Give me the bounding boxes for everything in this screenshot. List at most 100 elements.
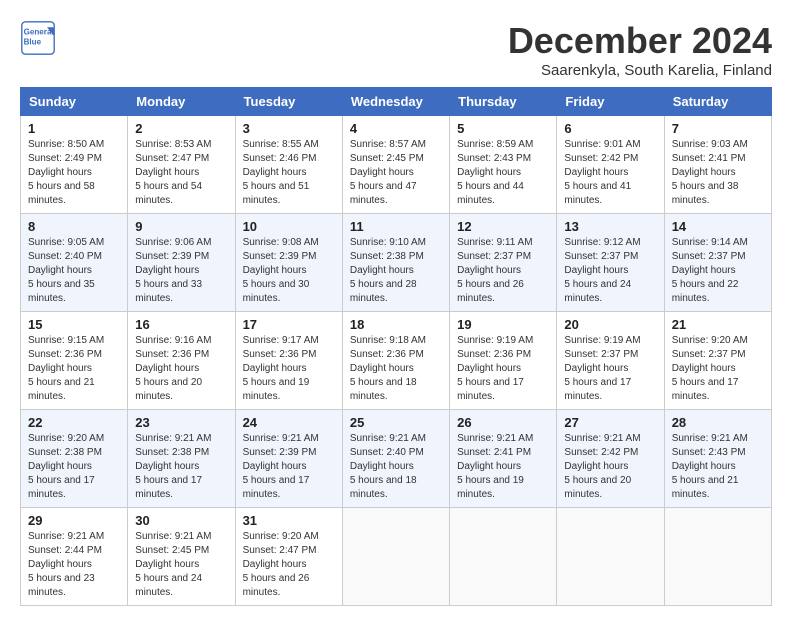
- day-cell: 22 Sunrise: 9:20 AMSunset: 2:38 PMDayligh…: [21, 410, 128, 508]
- day-number: 27: [564, 415, 656, 430]
- day-cell: 10 Sunrise: 9:08 AMSunset: 2:39 PMDayligh…: [235, 214, 342, 312]
- day-cell: 7Sunrise: 9:03 AMSunset: 2:41 PMDaylight…: [664, 116, 771, 214]
- subtitle: Saarenkyla, South Karelia, Finland: [508, 62, 772, 79]
- day-number: 26: [457, 415, 549, 430]
- logo-icon: General Blue: [20, 20, 56, 56]
- day-number: 23: [135, 415, 227, 430]
- day-number: 13: [564, 219, 656, 234]
- day-cell: 15 Sunrise: 9:15 AMSunset: 2:36 PMDayligh…: [21, 312, 128, 410]
- day-number: 16: [135, 317, 227, 332]
- day-cell: 21Sunrise: 9:20 AMSunset: 2:37 PMDayligh…: [664, 312, 771, 410]
- day-number: 14: [672, 219, 764, 234]
- svg-text:Blue: Blue: [24, 37, 42, 46]
- day-cell: 16 Sunrise: 9:16 AMSunset: 2:36 PMDayligh…: [128, 312, 235, 410]
- week-row-4: 22 Sunrise: 9:20 AMSunset: 2:38 PMDayligh…: [21, 410, 772, 508]
- day-number: 18: [350, 317, 442, 332]
- day-detail: Sunrise: 8:57 AMSunset: 2:45 PMDaylight …: [350, 138, 442, 208]
- day-number: 25: [350, 415, 442, 430]
- day-number: 21: [672, 317, 764, 332]
- day-detail: Sunrise: 9:14 AMSunset: 2:37 PMDaylight …: [672, 236, 764, 306]
- day-cell: 17 Sunrise: 9:17 AMSunset: 2:36 PMDayligh…: [235, 312, 342, 410]
- day-detail: Sunrise: 9:15 AMSunset: 2:36 PMDaylight …: [28, 334, 120, 404]
- day-detail: Sunrise: 9:21 AMSunset: 2:39 PMDaylight …: [243, 432, 335, 502]
- week-row-3: 15 Sunrise: 9:15 AMSunset: 2:36 PMDayligh…: [21, 312, 772, 410]
- day-number: 2: [135, 121, 227, 136]
- day-number: 9: [135, 219, 227, 234]
- day-cell: 31 Sunrise: 9:20 AMSunset: 2:47 PMDayligh…: [235, 508, 342, 606]
- day-cell: 9 Sunrise: 9:06 AMSunset: 2:39 PMDaylight…: [128, 214, 235, 312]
- day-detail: Sunrise: 8:50 AMSunset: 2:49 PMDaylight …: [28, 138, 120, 208]
- day-cell: 11 Sunrise: 9:10 AMSunset: 2:38 PMDayligh…: [342, 214, 449, 312]
- day-cell: 28 Sunrise: 9:21 AMSunset: 2:43 PMDayligh…: [664, 410, 771, 508]
- day-cell: 4 Sunrise: 8:57 AMSunset: 2:45 PMDaylight…: [342, 116, 449, 214]
- day-cell: 26 Sunrise: 9:21 AMSunset: 2:41 PMDayligh…: [450, 410, 557, 508]
- month-title: December 2024: [508, 20, 772, 62]
- header-friday: Friday: [557, 88, 664, 116]
- day-number: 4: [350, 121, 442, 136]
- day-number: 28: [672, 415, 764, 430]
- day-detail: Sunrise: 9:21 AMSunset: 2:44 PMDaylight …: [28, 530, 120, 600]
- day-number: 3: [243, 121, 335, 136]
- day-detail: Sunrise: 9:18 AMSunset: 2:36 PMDaylight …: [350, 334, 442, 404]
- header-wednesday: Wednesday: [342, 88, 449, 116]
- day-number: 29: [28, 513, 120, 528]
- day-cell: 12Sunrise: 9:11 AMSunset: 2:37 PMDayligh…: [450, 214, 557, 312]
- day-detail: Sunrise: 8:59 AMSunset: 2:43 PMDaylight …: [457, 138, 549, 208]
- day-detail: Sunrise: 9:20 AMSunset: 2:38 PMDaylight …: [28, 432, 120, 502]
- day-number: 15: [28, 317, 120, 332]
- day-detail: Sunrise: 9:11 AMSunset: 2:37 PMDaylight …: [457, 236, 549, 306]
- day-detail: Sunrise: 9:21 AMSunset: 2:41 PMDaylight …: [457, 432, 549, 502]
- day-number: 24: [243, 415, 335, 430]
- header-tuesday: Tuesday: [235, 88, 342, 116]
- day-cell: 29 Sunrise: 9:21 AMSunset: 2:44 PMDayligh…: [21, 508, 128, 606]
- day-number: 22: [28, 415, 120, 430]
- header-thursday: Thursday: [450, 88, 557, 116]
- day-number: 17: [243, 317, 335, 332]
- day-detail: Sunrise: 9:01 AMSunset: 2:42 PMDaylight …: [564, 138, 656, 208]
- day-detail: Sunrise: 9:12 AMSunset: 2:37 PMDaylight …: [564, 236, 656, 306]
- day-detail: Sunrise: 9:17 AMSunset: 2:36 PMDaylight …: [243, 334, 335, 404]
- day-detail: Sunrise: 9:21 AMSunset: 2:45 PMDaylight …: [135, 530, 227, 600]
- day-cell: 25Sunrise: 9:21 AMSunset: 2:40 PMDayligh…: [342, 410, 449, 508]
- page-header: General Blue December 2024 Saarenkyla, S…: [20, 20, 772, 79]
- day-cell: [342, 508, 449, 606]
- day-number: 7: [672, 121, 764, 136]
- day-cell: 19 Sunrise: 9:19 AMSunset: 2:36 PMDayligh…: [450, 312, 557, 410]
- day-cell: 24 Sunrise: 9:21 AMSunset: 2:39 PMDayligh…: [235, 410, 342, 508]
- day-cell: 5Sunrise: 8:59 AMSunset: 2:43 PMDaylight…: [450, 116, 557, 214]
- day-number: 20: [564, 317, 656, 332]
- day-detail: Sunrise: 9:21 AMSunset: 2:42 PMDaylight …: [564, 432, 656, 502]
- day-detail: Sunrise: 9:21 AMSunset: 2:38 PMDaylight …: [135, 432, 227, 502]
- day-number: 30: [135, 513, 227, 528]
- day-cell: 23 Sunrise: 9:21 AMSunset: 2:38 PMDayligh…: [128, 410, 235, 508]
- day-cell: 14 Sunrise: 9:14 AMSunset: 2:37 PMDayligh…: [664, 214, 771, 312]
- day-detail: Sunrise: 9:08 AMSunset: 2:39 PMDaylight …: [243, 236, 335, 306]
- day-detail: Sunrise: 9:10 AMSunset: 2:38 PMDaylight …: [350, 236, 442, 306]
- day-detail: Sunrise: 9:19 AMSunset: 2:37 PMDaylight …: [564, 334, 656, 404]
- week-row-2: 8Sunrise: 9:05 AMSunset: 2:40 PMDaylight…: [21, 214, 772, 312]
- day-number: 11: [350, 219, 442, 234]
- title-block: December 2024 Saarenkyla, South Karelia,…: [508, 20, 772, 79]
- day-detail: Sunrise: 9:06 AMSunset: 2:39 PMDaylight …: [135, 236, 227, 306]
- day-cell: 20 Sunrise: 9:19 AMSunset: 2:37 PMDayligh…: [557, 312, 664, 410]
- day-number: 1: [28, 121, 120, 136]
- day-cell: 30 Sunrise: 9:21 AMSunset: 2:45 PMDayligh…: [128, 508, 235, 606]
- header-sunday: Sunday: [21, 88, 128, 116]
- day-cell: 13 Sunrise: 9:12 AMSunset: 2:37 PMDayligh…: [557, 214, 664, 312]
- day-detail: Sunrise: 9:16 AMSunset: 2:36 PMDaylight …: [135, 334, 227, 404]
- day-number: 19: [457, 317, 549, 332]
- week-row-1: 1 Sunrise: 8:50 AMSunset: 2:49 PMDaylight…: [21, 116, 772, 214]
- day-number: 31: [243, 513, 335, 528]
- day-detail: Sunrise: 9:21 AMSunset: 2:43 PMDaylight …: [672, 432, 764, 502]
- day-cell: 8Sunrise: 9:05 AMSunset: 2:40 PMDaylight…: [21, 214, 128, 312]
- day-cell: [664, 508, 771, 606]
- day-cell: 6Sunrise: 9:01 AMSunset: 2:42 PMDaylight…: [557, 116, 664, 214]
- day-detail: Sunrise: 9:19 AMSunset: 2:36 PMDaylight …: [457, 334, 549, 404]
- day-number: 8: [28, 219, 120, 234]
- day-cell: 18 Sunrise: 9:18 AMSunset: 2:36 PMDayligh…: [342, 312, 449, 410]
- day-detail: Sunrise: 9:20 AMSunset: 2:47 PMDaylight …: [243, 530, 335, 600]
- calendar-table: SundayMondayTuesdayWednesdayThursdayFrid…: [20, 87, 772, 606]
- day-number: 10: [243, 219, 335, 234]
- day-cell: 2Sunrise: 8:53 AMSunset: 2:47 PMDaylight…: [128, 116, 235, 214]
- header-saturday: Saturday: [664, 88, 771, 116]
